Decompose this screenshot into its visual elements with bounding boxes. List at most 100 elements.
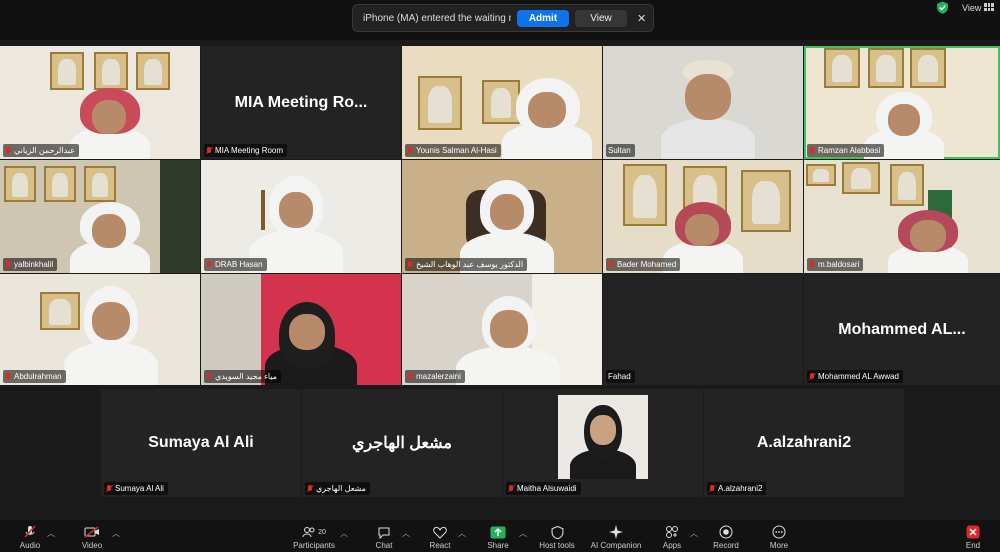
view-menu-label[interactable]: View [962,3,981,13]
participant-display-name: مشعل الهاجري [352,435,452,452]
audio-options-chevron-icon[interactable]: ︿ [47,528,55,539]
portrait-frame [910,48,946,88]
plant-background [160,160,200,273]
participant-name-tag: A.alzahrani2 [707,482,767,495]
participant-name-tag: MIA Meeting Room [204,144,288,157]
participant-name-tag: مشعل الهاجري [305,482,370,495]
video-tile[interactable]: Sumaya Al Ali Sumaya Al Ali [101,389,301,497]
participant-name-tag: Younis Salman Al-Hasi [405,144,501,157]
portrait-frame [868,48,904,88]
portrait-frame [84,166,116,202]
muted-mic-icon [407,146,413,155]
heart-icon [432,525,448,539]
participant-name-tag: Abdulrahman [3,370,66,383]
muted-mic-icon [22,525,38,539]
muted-mic-icon [809,372,815,381]
admit-button[interactable]: Admit [517,9,569,27]
portrait-frame [806,164,836,186]
participants-icon: 20 [299,525,329,539]
participant-display-name: A.alzahrani2 [756,434,852,451]
chat-icon [376,525,392,539]
portrait-frame [842,162,880,194]
video-tile[interactable]: الدكتور يوسف عبد الوهاب الشيخ [402,160,602,273]
video-tile[interactable]: DRAB Hasan [201,160,401,273]
participant-display-name: Mohammed AL... [838,320,966,338]
muted-mic-icon [206,260,212,269]
shield-icon[interactable] [936,1,949,14]
portrait-frame [136,52,170,90]
video-tile[interactable]: Abdulrahman [0,274,200,385]
video-tile[interactable]: Bader Mohamed [603,160,803,273]
participant-video [653,56,763,159]
participant-name-tag: mazalerzaini [405,370,465,383]
meeting-toolbar: Audio ︿ Video ︿ 20 Participants ︿ Chat ︿… [0,520,1000,552]
muted-mic-icon [5,372,11,381]
muted-mic-icon [5,260,11,269]
participants-count: 20 [318,528,326,536]
participant-video [878,208,978,273]
video-tile[interactable]: mazalerzaini [402,274,602,385]
muted-mic-icon [608,260,614,269]
video-tile[interactable]: مشعل الهاجري مشعل الهاجري [302,389,502,497]
apps-icon [664,525,680,539]
participant-name-tag: Sultan [606,144,635,157]
muted-mic-icon [508,484,514,493]
shield-icon [549,525,565,539]
portrait-frame [4,166,36,202]
participant-video [492,76,602,159]
portrait-frame [50,52,84,90]
muted-mic-icon [407,372,413,381]
video-tile[interactable]: عبدالرحمن الزياني [0,46,200,159]
video-tile[interactable]: مياء مجيد السويدي [201,274,401,385]
participants-options-chevron-icon[interactable]: ︿ [340,528,348,539]
participant-name-tag: عبدالرحمن الزياني [3,144,79,157]
portrait-frame [824,48,860,88]
muted-mic-icon [809,146,815,155]
muted-mic-icon [5,146,11,155]
portrait-frame [94,52,128,90]
record-button[interactable]: Record [696,520,756,552]
waiting-room-message: iPhone (MA) entered the waiting room [363,12,511,24]
react-options-chevron-icon[interactable]: ︿ [458,528,466,539]
video-tile[interactable]: Fahad [603,274,803,385]
end-button[interactable]: End [946,520,1000,552]
muted-mic-icon [407,260,413,269]
participant-name-tag: Fahad [606,370,635,383]
host-tools-button[interactable]: Host tools [527,520,587,552]
muted-mic-icon [709,484,715,493]
video-tile[interactable]: yalbinkhalil [0,160,200,273]
profile-picture [558,395,648,479]
participant-video [448,294,568,385]
video-off-icon [84,525,100,539]
video-tile[interactable]: Younis Salman Al-Hasi [402,46,602,159]
muted-mic-icon [106,484,112,493]
participant-name-tag: Sumaya Al Ali [104,482,168,495]
participants-button[interactable]: 20 Participants [282,520,346,552]
video-tile[interactable]: A.alzahrani2 A.alzahrani2 [704,389,904,497]
ai-companion-button[interactable]: AI Companion [584,520,648,552]
video-options-chevron-icon[interactable]: ︿ [112,528,120,539]
participant-name-tag: Maitha Alsuwaidi [506,482,581,495]
video-tile[interactable]: m.baldosari [804,160,1000,273]
video-tile[interactable]: Mohammed AL... Mohammed AL Awwad [804,274,1000,385]
video-tile[interactable]: Sultan [603,46,803,159]
video-tile-active-speaker[interactable]: Ramzan Alabbasi [804,46,1000,159]
share-options-chevron-icon[interactable]: ︿ [519,528,527,539]
chat-options-chevron-icon[interactable]: ︿ [402,528,410,539]
gallery-view-icon[interactable] [984,3,994,11]
view-waiting-room-button[interactable]: View [575,9,627,27]
participant-name-tag: DRAB Hasan [204,258,267,271]
more-button[interactable]: More [749,520,809,552]
video-tile[interactable]: Maitha Alsuwaidi [503,389,703,497]
muted-mic-icon [206,372,212,381]
participant-display-name: Sumaya Al Ali [148,434,254,451]
participant-name-tag: Mohammed AL Awwad [807,370,903,383]
participant-name-tag: الدكتور يوسف عبد الوهاب الشيخ [405,258,528,271]
muted-mic-icon [206,146,212,155]
participant-name-tag: مياء مجيد السويدي [204,370,282,383]
video-tile[interactable]: MIA Meeting Ro... MIA Meeting Room [201,46,401,159]
participant-name-tag: yalbinkhalil [3,258,58,271]
portrait-frame [890,164,924,206]
close-icon[interactable]: ✕ [637,12,646,25]
muted-mic-icon [307,484,313,493]
